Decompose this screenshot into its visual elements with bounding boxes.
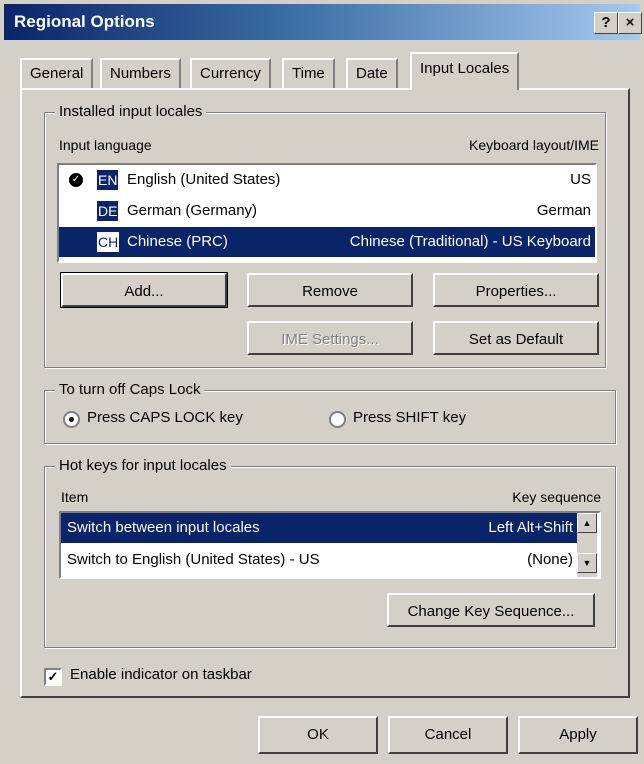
caps-lock-legend: To turn off Caps Lock bbox=[55, 381, 205, 398]
active-locale-icon: ✓ bbox=[69, 173, 83, 187]
tab-currency[interactable]: Currency bbox=[190, 58, 271, 88]
installed-locales-group: Installed input locales Input language K… bbox=[44, 103, 606, 368]
tab-time[interactable]: Time bbox=[282, 58, 335, 88]
locale-abbr-icon: DE bbox=[97, 201, 119, 221]
tab-numbers[interactable]: Numbers bbox=[100, 58, 181, 88]
cancel-button[interactable]: Cancel bbox=[388, 716, 508, 754]
hot-keys-legend: Hot keys for input locales bbox=[55, 457, 231, 474]
installed-locales-list[interactable]: ✓ EN English (United States) US DE Germa… bbox=[57, 163, 597, 263]
caps-lock-radio-label[interactable]: Press CAPS LOCK key bbox=[87, 409, 243, 426]
locale-abbr-icon: EN bbox=[97, 170, 119, 190]
hotkey-sequence: Left Alt+Shift bbox=[488, 519, 573, 536]
locale-layout: US bbox=[570, 171, 591, 188]
locale-layout: German bbox=[536, 202, 591, 219]
hot-keys-group: Hot keys for input locales Item Key sequ… bbox=[44, 457, 616, 648]
locale-language: Chinese (PRC) bbox=[127, 233, 228, 250]
shift-radio-label[interactable]: Press SHIFT key bbox=[353, 409, 466, 426]
locale-row-german[interactable]: DE German (Germany) German bbox=[59, 196, 595, 226]
input-language-header: Input language bbox=[59, 137, 152, 153]
hotkey-row-switch-locales[interactable]: Switch between input locales Left Alt+Sh… bbox=[61, 513, 577, 543]
tab-panel-input-locales: Installed input locales Input language K… bbox=[20, 88, 630, 698]
hotkey-row-switch-english[interactable]: Switch to English (United States) - US (… bbox=[61, 545, 577, 575]
key-sequence-header: Key sequence bbox=[512, 489, 601, 505]
hotkey-item: Switch between input locales bbox=[67, 519, 260, 536]
regional-options-dialog: Regional Options ? × General Numbers Cur… bbox=[0, 0, 644, 764]
installed-locales-legend: Installed input locales bbox=[55, 103, 207, 120]
locale-language: English (United States) bbox=[127, 171, 281, 188]
window-title: Regional Options bbox=[14, 12, 155, 31]
add-button[interactable]: Add... bbox=[60, 272, 228, 308]
tab-general[interactable]: General bbox=[20, 58, 94, 88]
remove-button[interactable]: Remove bbox=[247, 273, 413, 307]
caps-lock-group: To turn off Caps Lock Press CAPS LOCK ke… bbox=[44, 381, 616, 444]
help-button[interactable]: ? bbox=[594, 12, 618, 34]
enable-indicator-label[interactable]: Enable indicator on taskbar bbox=[70, 666, 252, 683]
ok-button[interactable]: OK bbox=[258, 716, 378, 754]
tab-date[interactable]: Date bbox=[346, 58, 398, 88]
scroll-up-icon[interactable]: ▲ bbox=[577, 513, 597, 533]
hotkey-item: Switch to English (United States) - US bbox=[67, 551, 320, 568]
title-bar[interactable]: Regional Options ? × bbox=[4, 4, 642, 40]
hotkey-sequence: (None) bbox=[527, 551, 573, 568]
hot-keys-list[interactable]: Switch between input locales Left Alt+Sh… bbox=[59, 511, 601, 579]
hot-keys-scrollbar[interactable]: ▲ ▼ bbox=[577, 513, 597, 577]
scroll-down-icon[interactable]: ▼ bbox=[577, 553, 597, 573]
locale-layout: Chinese (Traditional) - US Keyboard bbox=[349, 233, 591, 250]
shift-radio[interactable] bbox=[329, 411, 346, 428]
locale-row-chinese[interactable]: CH Chinese (PRC) Chinese (Traditional) -… bbox=[59, 227, 595, 257]
ime-settings-button[interactable]: IME Settings... bbox=[247, 321, 413, 355]
tab-input-locales[interactable]: Input Locales bbox=[410, 52, 520, 90]
apply-button[interactable]: Apply bbox=[518, 716, 638, 754]
change-key-sequence-button[interactable]: Change Key Sequence... bbox=[387, 593, 595, 627]
item-header: Item bbox=[61, 489, 89, 505]
set-default-button[interactable]: Set as Default bbox=[433, 321, 599, 355]
close-button[interactable]: × bbox=[618, 12, 642, 34]
locale-abbr-icon: CH bbox=[97, 232, 120, 252]
keyboard-layout-header: Keyboard layout/IME bbox=[469, 137, 599, 153]
enable-indicator-checkbox[interactable]: ✓ bbox=[44, 668, 62, 686]
locale-row-english[interactable]: ✓ EN English (United States) US bbox=[59, 165, 595, 195]
properties-button[interactable]: Properties... bbox=[433, 273, 599, 307]
caps-lock-radio[interactable] bbox=[63, 411, 80, 428]
locale-language: German (Germany) bbox=[127, 202, 258, 219]
